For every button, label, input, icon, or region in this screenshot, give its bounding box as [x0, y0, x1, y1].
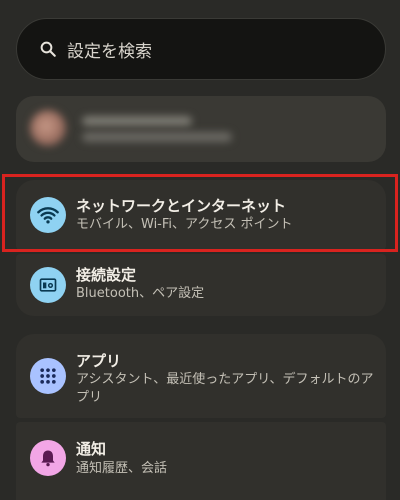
settings-item-network[interactable]: ネットワークとインターネット モバイル、Wi-Fi、アクセス ポイント: [16, 180, 386, 250]
connected-devices-icon: [39, 278, 57, 292]
search-icon: [40, 41, 56, 57]
account-name-blurred: [82, 116, 192, 126]
settings-item-title: 通知: [76, 440, 107, 458]
settings-item-subtitle: Bluetooth、ペア設定: [76, 286, 205, 301]
settings-item-title: ネットワークとインターネット: [76, 197, 287, 215]
connected-devices-icon-badge: [30, 267, 66, 303]
apps-grid-icon: [40, 368, 56, 384]
avatar: [30, 110, 66, 146]
settings-item-apps[interactable]: アプリ アシスタント、最近使ったアプリ、デフォルトのアプリ: [16, 334, 386, 418]
apps-grid-icon-badge: [30, 358, 66, 394]
settings-item-title: 接続設定: [76, 266, 137, 284]
settings-item-subtitle: アシスタント、最近使ったアプリ、デフォルトのアプリ: [76, 372, 374, 405]
account-card[interactable]: [16, 96, 386, 162]
search-bar[interactable]: 設定を検索: [16, 18, 386, 80]
bell-icon-badge: [30, 440, 66, 476]
account-email-blurred: [82, 132, 232, 142]
settings-item-subtitle: 通知履歴、会話: [76, 461, 168, 476]
settings-item-title: アプリ: [76, 352, 122, 370]
search-placeholder: 設定を検索: [67, 41, 152, 62]
wifi-icon-badge: [30, 197, 66, 233]
settings-item-subtitle: モバイル、Wi-Fi、アクセス ポイント: [76, 217, 293, 232]
settings-item-connection[interactable]: 接続設定 Bluetooth、ペア設定: [16, 254, 386, 316]
bell-icon: [41, 450, 55, 467]
wifi-icon: [37, 207, 59, 224]
settings-item-notifications[interactable]: 通知 通知履歴、会話: [16, 422, 386, 500]
